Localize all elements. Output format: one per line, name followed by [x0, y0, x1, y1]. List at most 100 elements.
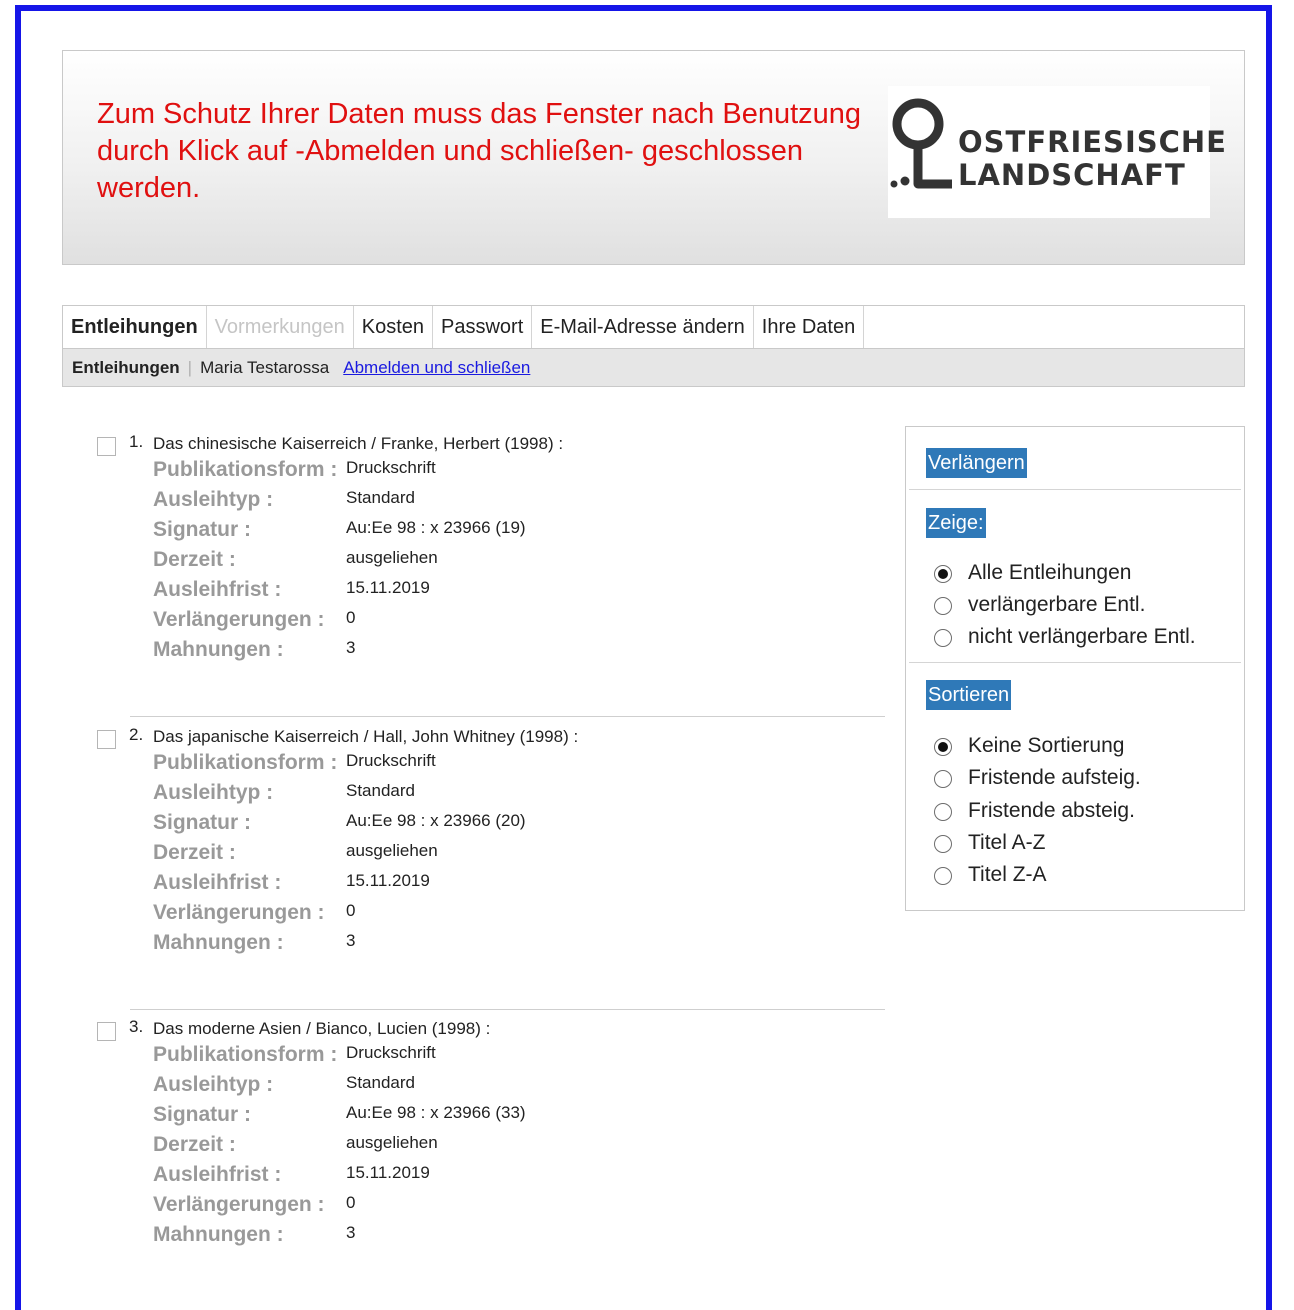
field-value: Standard [346, 781, 415, 800]
field-value: 0 [346, 1193, 356, 1212]
radio-label: Alle Entleihungen [968, 561, 1132, 584]
field-type: Ausleihtyp : Standard [153, 488, 853, 518]
field-label: Ausleihtyp : [153, 488, 274, 511]
field-value: Standard [346, 488, 415, 507]
field-value: Au:Ee 98 : x 23966 (33) [346, 1103, 526, 1122]
radio-button[interactable] [934, 867, 952, 885]
radio-label: Fristende aufsteig. [968, 766, 1141, 789]
field-label: Mahnungen : [153, 931, 284, 954]
field-label: Verlängerungen : [153, 1193, 325, 1216]
panel-divider [909, 489, 1241, 490]
breadcrumb-current: Entleihungen [72, 358, 180, 377]
field-type: Ausleihtyp : Standard [153, 1073, 853, 1103]
field-label: Publikationsform : [153, 1043, 338, 1066]
logo-text: OSTFRIESISCHE LANDSCHAFT [958, 125, 1227, 192]
radio-label: Fristende absteig. [968, 799, 1135, 822]
field-label: Ausleihtyp : [153, 781, 274, 804]
entry-title: Das chinesische Kaiserreich / Franke, He… [153, 434, 564, 453]
field-label: Mahnungen : [153, 1223, 284, 1246]
field-label: Signatur : [153, 1103, 251, 1126]
renew-button[interactable]: Verlängern [926, 448, 1027, 478]
breadcrumb-separator: | [187, 358, 193, 377]
logo-mark-icon [890, 98, 952, 189]
panel-divider [909, 662, 1241, 663]
field-renewals: Verlängerungen : 0 [153, 1193, 853, 1223]
field-signature: Signatur : Au:Ee 98 : x 23966 (19) [153, 518, 853, 548]
entry-number: 2. [129, 725, 144, 744]
field-label: Signatur : [153, 811, 251, 834]
radio-button[interactable] [934, 835, 952, 853]
radio-label: Titel A-Z [968, 831, 1046, 854]
radio-label: nicht verlängerbare Entl. [968, 625, 1196, 648]
entry-number: 1. [129, 432, 144, 451]
user-name: Maria Testarossa [200, 358, 330, 377]
radio-label: Titel Z-A [968, 863, 1047, 886]
field-form: Publikationsform : Druckschrift [153, 1043, 853, 1073]
entry-divider [130, 1009, 885, 1010]
tab-kosten[interactable]: Kosten [354, 306, 434, 348]
show-heading: Zeige: [926, 508, 986, 538]
entry-number: 3. [129, 1017, 144, 1036]
field-reminders: Mahnungen : 3 [153, 931, 853, 961]
field-signature: Signatur : Au:Ee 98 : x 23966 (33) [153, 1103, 853, 1133]
breadcrumb: Entleihungen | Maria Testarossa Abmelden un… [62, 348, 1245, 387]
field-value: 3 [346, 931, 356, 950]
field-value: Druckschrift [346, 751, 436, 770]
field-value: Standard [346, 1073, 415, 1092]
tab-entleihungen[interactable]: Entleihungen [63, 306, 207, 348]
field-value: Au:Ee 98 : x 23966 (19) [346, 518, 526, 537]
tab-ihre-daten[interactable]: Ihre Daten [754, 306, 865, 348]
field-due: Ausleihfrist : 15.11.2019 [153, 578, 853, 608]
radio-label: Keine Sortierung [968, 734, 1125, 757]
field-form: Publikationsform : Druckschrift [153, 458, 853, 488]
entry-checkbox[interactable] [97, 730, 116, 749]
tab-passwort[interactable]: Passwort [433, 306, 533, 348]
field-value: Druckschrift [346, 1043, 436, 1062]
field-label: Signatur : [153, 518, 251, 541]
field-label: Verlängerungen : [153, 608, 325, 631]
field-value: ausgeliehen [346, 1133, 438, 1152]
field-reminders: Mahnungen : 3 [153, 638, 853, 668]
field-due: Ausleihfrist : 15.11.2019 [153, 1163, 853, 1193]
field-value: Druckschrift [346, 458, 436, 477]
field-value: ausgeliehen [346, 841, 438, 860]
field-value: 3 [346, 1223, 356, 1242]
field-form: Publikationsform : Druckschrift [153, 751, 853, 781]
radio-button[interactable] [934, 803, 952, 821]
field-label: Ausleihfrist : [153, 578, 282, 601]
sort-heading: Sortieren [926, 680, 1012, 710]
radio-button[interactable] [934, 738, 952, 756]
field-label: Publikationsform : [153, 458, 338, 481]
field-renewals: Verlängerungen : 0 [153, 608, 853, 638]
field-label: Publikationsform : [153, 751, 338, 774]
field-label: Derzeit : [153, 1133, 236, 1156]
radio-button[interactable] [934, 629, 952, 647]
tab-vormerkungen: Vormerkungen [207, 306, 354, 348]
field-due: Ausleihfrist : 15.11.2019 [153, 871, 853, 901]
field-status: Derzeit : ausgeliehen [153, 548, 853, 578]
entry-checkbox[interactable] [97, 437, 116, 456]
field-value: 0 [346, 608, 356, 627]
radio-label: verlängerbare Entl. [968, 593, 1146, 616]
field-renewals: Verlängerungen : 0 [153, 901, 853, 931]
field-value: ausgeliehen [346, 548, 438, 567]
tab-bar: Entleihungen Vormerkungen Kosten Passwor… [62, 305, 1245, 348]
field-label: Derzeit : [153, 841, 236, 864]
logout-link[interactable]: Abmelden und schließen [343, 358, 530, 377]
field-value: 3 [346, 638, 356, 657]
entry-title: Das japanische Kaiserreich / Hall, John … [153, 727, 579, 746]
entry-divider [130, 716, 885, 717]
radio-button[interactable] [934, 770, 952, 788]
privacy-notice: Zum Schutz Ihrer Daten muss das Fenster … [97, 98, 862, 204]
entry-checkbox[interactable] [97, 1022, 116, 1041]
field-value: 0 [346, 901, 356, 920]
field-signature: Signatur : Au:Ee 98 : x 23966 (20) [153, 811, 853, 841]
field-status: Derzeit : ausgeliehen [153, 841, 853, 871]
field-label: Verlängerungen : [153, 901, 325, 924]
field-label: Ausleihfrist : [153, 1163, 282, 1186]
entry-title: Das moderne Asien / Bianco, Lucien (1998… [153, 1019, 491, 1038]
tab-email-aendern[interactable]: E-Mail-Adresse ändern [532, 306, 754, 348]
radio-button[interactable] [934, 597, 952, 615]
radio-button[interactable] [934, 565, 952, 583]
field-value: 15.11.2019 [346, 1163, 430, 1182]
